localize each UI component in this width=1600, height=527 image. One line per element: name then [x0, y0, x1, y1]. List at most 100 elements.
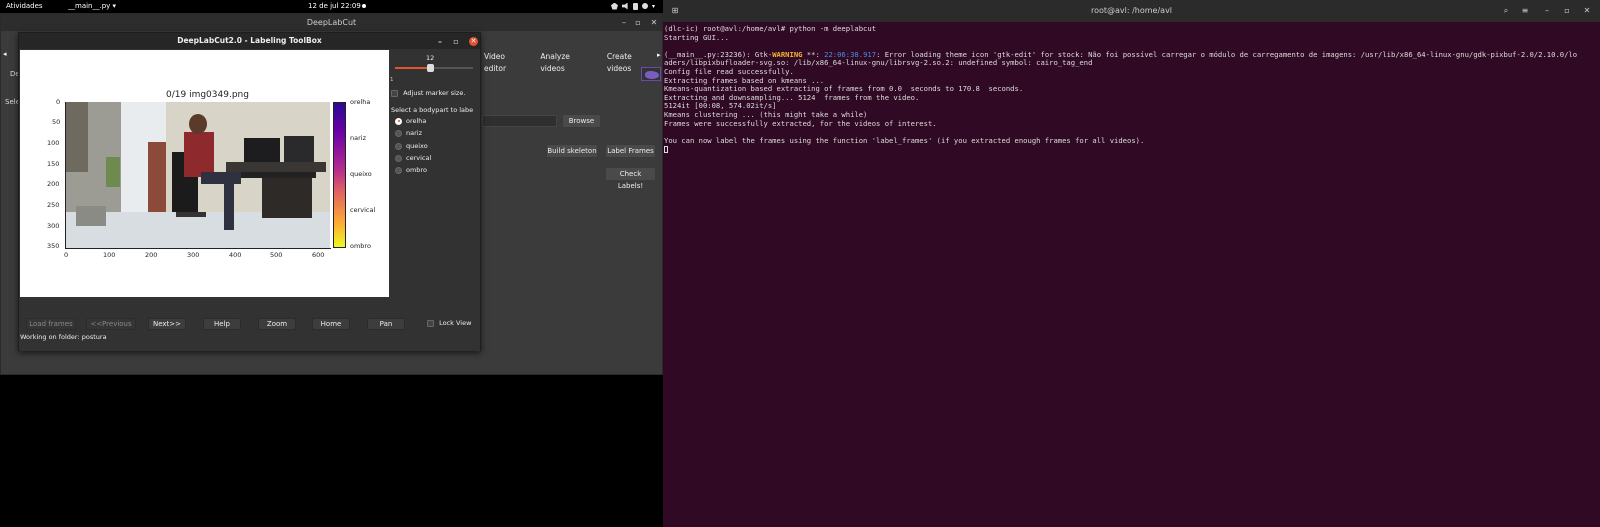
bodypart-radio-queixo[interactable]: queixo — [395, 141, 428, 151]
terminal-titlebar[interactable]: ⊞ root@avl: /home/avl ⌕ ≡ – ▫ ✕ — [663, 0, 1600, 22]
volume-icon — [622, 2, 628, 10]
bodypart-radio-cervical[interactable]: cervical — [395, 153, 431, 163]
x-tick: 300 — [187, 251, 200, 259]
minimize-icon[interactable]: – — [434, 33, 446, 50]
zoom-button[interactable]: Zoom — [258, 318, 296, 330]
terminal-segment: Frames were successfully extracted, for … — [664, 118, 937, 128]
marker-size-slider[interactable] — [395, 64, 473, 72]
image-plot[interactable]: 0/19 img0349.png 0 50 100 150 200 250 30… — [20, 50, 389, 297]
labeling-toolbox-titlebar[interactable]: DeepLabCut2.0 - Labeling ToolBox – ▫ ✕ — [19, 33, 480, 49]
status-bar: Working on folder: postura — [20, 333, 107, 341]
notification-dot-icon — [362, 4, 366, 8]
search-icon[interactable]: ⌕ — [1500, 5, 1512, 17]
deeplabcut-titlebar[interactable]: DeepLabCut – ▫ ✕ — [1, 14, 662, 31]
colorbar-label: cervical — [350, 206, 376, 214]
y-tick: 150 — [47, 160, 60, 168]
y-tick: 350 — [47, 242, 60, 250]
radio-icon[interactable] — [395, 129, 402, 137]
help-button[interactable]: Help — [203, 318, 241, 330]
colorbar-label: ombro — [350, 242, 371, 250]
toolbox-sidebar: 12 1 Adjust marker size. Select a bodypa… — [390, 50, 480, 310]
labeling-toolbox-window: DeepLabCut2.0 - Labeling ToolBox – ▫ ✕ 0… — [18, 32, 481, 351]
terminal-line: Starting GUI... — [664, 32, 1598, 43]
maximize-icon[interactable]: ▫ — [632, 14, 644, 31]
app-menu[interactable]: __main__.py ▾ — [68, 2, 116, 10]
terminal-line: Extracting and downsampling... 5124 fram… — [664, 93, 1598, 103]
bodypart-colorbar — [333, 102, 346, 248]
minimize-icon[interactable]: – — [1541, 5, 1553, 17]
system-tray[interactable]: ▾ — [611, 1, 661, 11]
load-frames-button[interactable]: Load frames — [26, 318, 76, 330]
radio-icon[interactable] — [395, 154, 402, 162]
close-icon[interactable]: ✕ — [1581, 5, 1593, 17]
terminal-line: Frames were successfully extracted, for … — [664, 118, 1598, 129]
bodypart-label: queixo — [406, 142, 428, 150]
next-button[interactable]: Next>> — [148, 318, 186, 330]
config-path-input[interactable] — [482, 115, 557, 127]
minimize-icon[interactable]: – — [618, 14, 630, 31]
browse-button[interactable]: Browse — [562, 114, 601, 128]
bodypart-radio-nariz[interactable]: nariz — [395, 128, 422, 138]
tab-scroll-left-icon[interactable]: ◂ — [3, 50, 7, 58]
radio-icon[interactable] — [395, 142, 402, 150]
main-tabs: Video editor Analyze videos Create video… — [477, 51, 662, 73]
close-icon[interactable]: ✕ — [648, 14, 660, 31]
x-tick: 500 — [270, 251, 283, 259]
clock[interactable]: 12 de jul 22:09 — [308, 2, 361, 10]
activities-button[interactable]: Atividades — [6, 2, 43, 10]
terminal-output[interactable]: (dlc-ic) root@avl:/home/avl# python -m d… — [664, 24, 1598, 154]
close-icon[interactable]: ✕ — [469, 37, 478, 46]
plot-title: 0/19 img0349.png — [166, 90, 249, 100]
checkbox-box[interactable] — [391, 89, 398, 97]
checkbox-box[interactable] — [427, 319, 434, 327]
power-icon — [642, 3, 648, 9]
terminal-cursor — [664, 145, 668, 153]
label-frames-button[interactable]: Label Frames — [605, 144, 656, 158]
marker-size-slider-handle[interactable] — [427, 64, 434, 72]
tab-create-videos[interactable]: Create videos — [600, 51, 662, 73]
build-skeleton-button[interactable]: Build skeleton — [546, 144, 598, 158]
terminal-segment: Starting GUI... — [664, 32, 729, 42]
x-tick: 600 — [312, 251, 325, 259]
tab-video-editor[interactable]: Video editor — [477, 51, 533, 73]
terminal-segment: You can now label the frames using the f… — [664, 135, 1145, 145]
labeling-toolbox-title: DeepLabCut2.0 - Labeling ToolBox — [177, 36, 322, 45]
new-tab-icon[interactable]: ⊞ — [669, 5, 681, 17]
colorbar-label: queixo — [350, 170, 372, 178]
battery-icon — [633, 2, 638, 10]
check-labels-button[interactable]: Check Labels! — [605, 167, 656, 190]
terminal-title: root@avl: /home/avl — [1090, 6, 1173, 15]
x-tick: 200 — [145, 251, 158, 259]
bodypart-radio-orelha[interactable]: orelha — [395, 116, 426, 126]
top-bar: Atividades __main__.py ▾ 12 de jul 22:09… — [0, 0, 663, 13]
x-tick: 0 — [64, 251, 69, 259]
lock-view-checkbox[interactable]: Lock View — [427, 319, 471, 327]
pan-button[interactable]: Pan — [367, 318, 405, 330]
network-icon — [611, 2, 618, 10]
radio-icon[interactable] — [395, 166, 402, 174]
desktop: Atividades __main__.py ▾ 12 de jul 22:09… — [0, 0, 1600, 527]
maximize-icon[interactable]: ▫ — [1561, 5, 1573, 17]
tab-analyze-videos[interactable]: Analyze videos — [533, 51, 599, 73]
x-tick: 400 — [229, 251, 242, 259]
terminal-line: You can now label the frames using the f… — [664, 135, 1598, 146]
lock-view-label: Lock View — [439, 319, 472, 327]
bodypart-label: orelha — [406, 117, 427, 125]
marker-size-value: 12 — [426, 54, 435, 62]
menu-icon[interactable]: ≡ — [1519, 5, 1531, 17]
tray-chevron-down-icon: ▾ — [652, 2, 656, 10]
y-tick: 50 — [52, 118, 61, 126]
tab-scroll-right-icon[interactable]: ▸ — [657, 51, 661, 59]
maximize-icon[interactable]: ▫ — [450, 33, 462, 50]
adjust-marker-size-checkbox[interactable]: Adjust marker size. — [391, 89, 465, 97]
y-tick: 200 — [47, 180, 60, 188]
y-tick: 100 — [47, 139, 60, 147]
previous-button[interactable]: <<Previous — [86, 318, 136, 330]
bodypart-radio-ombro[interactable]: ombro — [395, 165, 427, 175]
bodypart-label: nariz — [406, 129, 422, 137]
radio-selected-icon[interactable] — [395, 117, 402, 125]
y-tick: 250 — [47, 201, 60, 209]
home-button[interactable]: Home — [312, 318, 350, 330]
frame-image[interactable] — [66, 102, 330, 248]
x-axis — [65, 248, 331, 249]
